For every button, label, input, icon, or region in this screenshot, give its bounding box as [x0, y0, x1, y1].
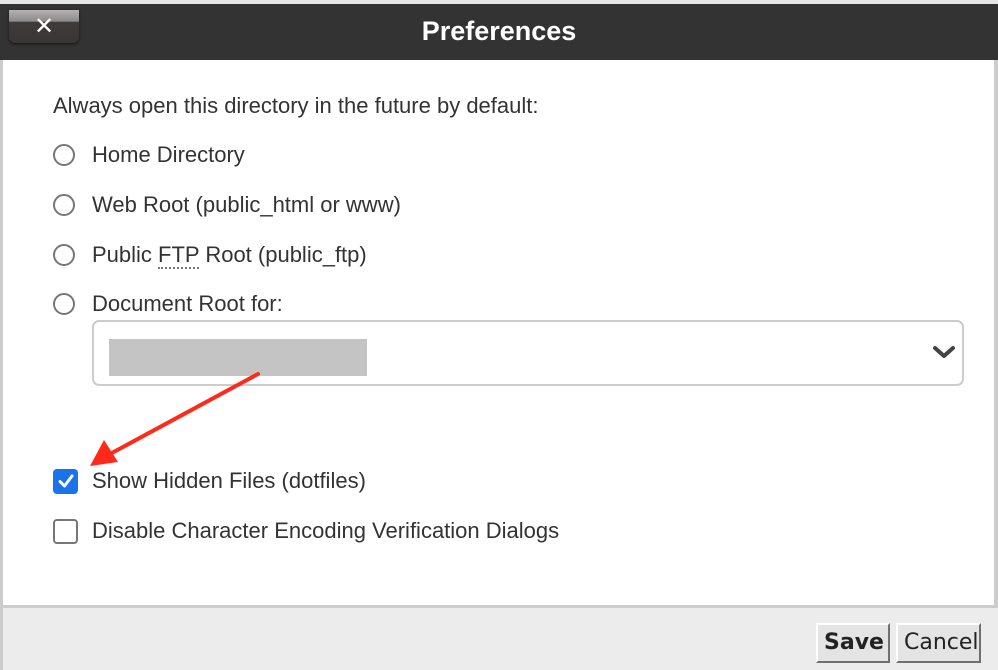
- radio-label: Public FTP Root (public_ftp): [92, 242, 367, 269]
- dialog-body: Always open this directory in the future…: [0, 60, 998, 605]
- radio-label: Home Directory: [92, 142, 245, 167]
- dialog-title: Preferences: [421, 16, 577, 46]
- document-root-select[interactable]: [92, 320, 964, 386]
- dialog-header: ✕ Preferences: [0, 4, 998, 60]
- preferences-dialog: ✕ Preferences Always open this directory…: [0, 4, 998, 670]
- cancel-button[interactable]: Cancel: [896, 623, 981, 663]
- chevron-down-icon: [933, 346, 955, 358]
- radio-home-directory[interactable]: Home Directory: [53, 140, 245, 170]
- label-part: Public: [92, 242, 159, 267]
- redacted-domain-value: [109, 339, 367, 376]
- radio-label: Web Root (public_html or www): [92, 192, 401, 217]
- radio-button[interactable]: [53, 194, 75, 216]
- ftp-abbreviation: FTP: [158, 242, 200, 269]
- radio-button[interactable]: [53, 144, 75, 166]
- checkbox-unchecked[interactable]: [53, 518, 78, 544]
- radio-document-root[interactable]: Document Root for:: [53, 289, 283, 319]
- radio-web-root[interactable]: Web Root (public_html or www): [53, 190, 401, 220]
- radio-public-ftp-root[interactable]: Public FTP Root (public_ftp): [53, 240, 367, 270]
- checkmark-icon: [58, 474, 73, 488]
- radio-button[interactable]: [53, 244, 75, 266]
- checkbox-label: Disable Character Encoding Verification …: [92, 518, 560, 543]
- checkbox-show-hidden-files[interactable]: Show Hidden Files (dotfiles): [53, 466, 366, 496]
- radio-label: Document Root for:: [92, 291, 283, 316]
- checkbox-disable-encoding-dialogs[interactable]: Disable Character Encoding Verification …: [53, 516, 559, 546]
- radio-button[interactable]: [53, 293, 75, 315]
- save-button[interactable]: Save: [816, 623, 890, 663]
- directory-prompt: Always open this directory in the future…: [53, 93, 539, 118]
- dialog-footer: Save Cancel: [0, 605, 998, 670]
- checkbox-checked[interactable]: [53, 468, 78, 494]
- label-part: Root (public_ftp): [199, 242, 367, 267]
- checkbox-label: Show Hidden Files (dotfiles): [92, 468, 366, 493]
